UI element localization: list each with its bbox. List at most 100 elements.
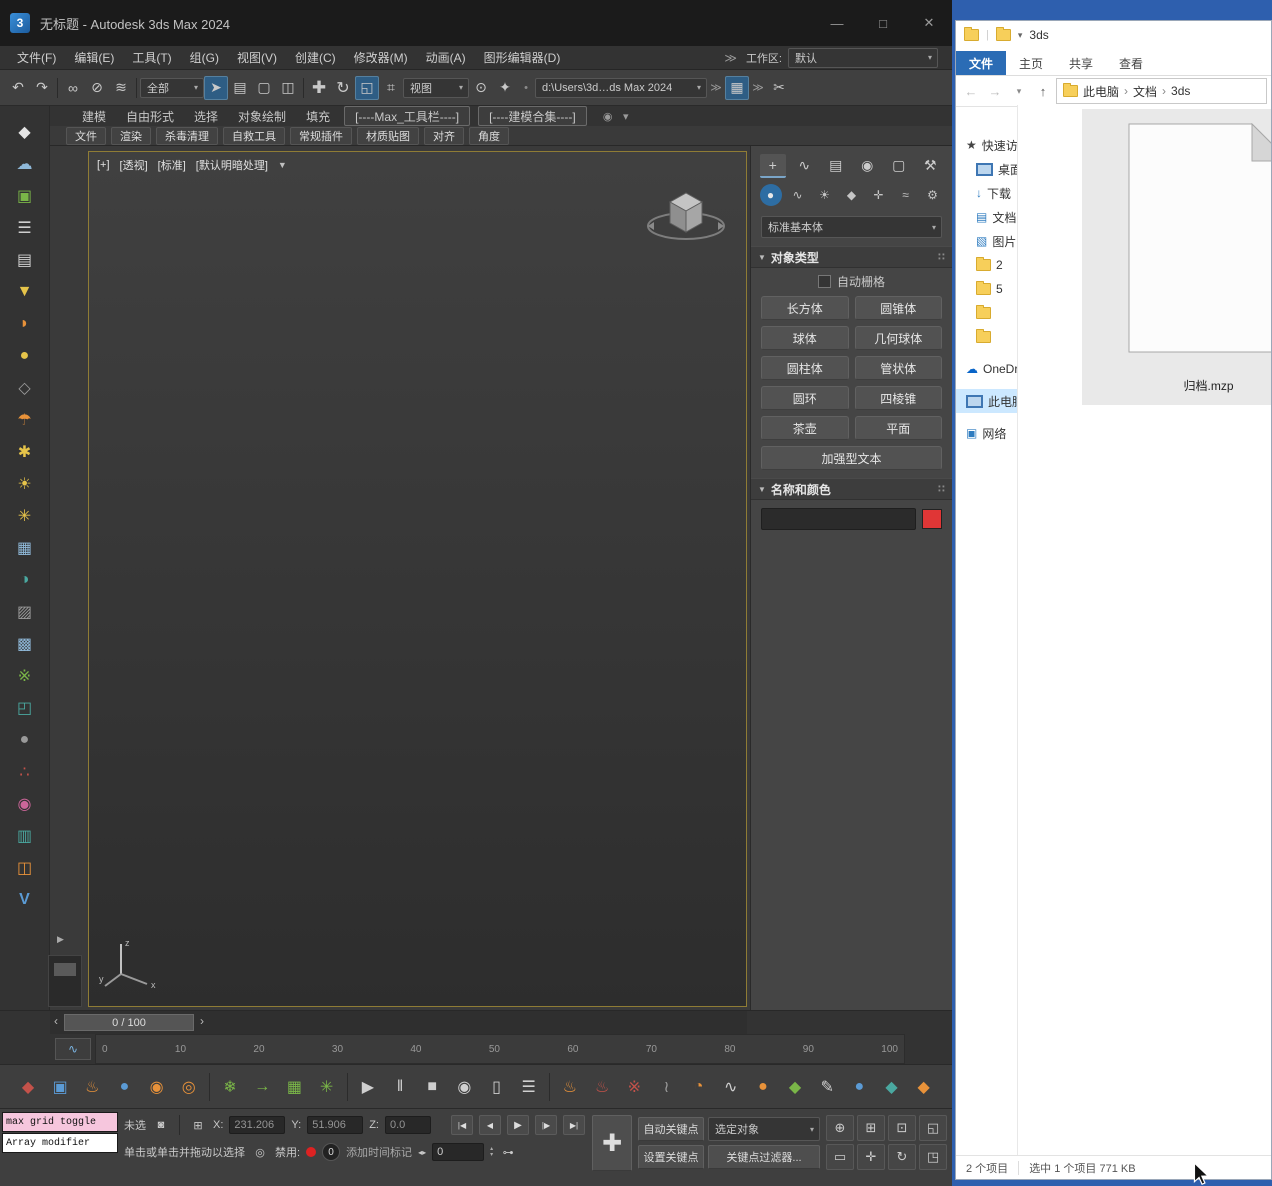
dots-icon[interactable]: ∴ xyxy=(10,756,40,788)
list-icon[interactable]: ☰ xyxy=(517,1075,541,1099)
nav-pictures[interactable]: ▧ 图片 xyxy=(956,229,1017,253)
tab-file[interactable]: 文件 xyxy=(956,51,1006,75)
geosphere-button[interactable]: 几何球体 xyxy=(855,326,943,350)
helpers-category-icon[interactable]: ✛ xyxy=(868,184,890,206)
eye-icon[interactable]: ◉ xyxy=(10,788,40,820)
torus-button[interactable]: 圆环 xyxy=(761,386,849,410)
trash-icon[interactable]: ▯ xyxy=(485,1075,509,1099)
motion-tab-icon[interactable]: ◉ xyxy=(854,154,880,176)
sphere-button[interactable]: 球体 xyxy=(761,326,849,350)
toolbar-overflow-icon[interactable]: ≫ xyxy=(707,79,725,97)
file-list-area[interactable]: 归档.mzp xyxy=(1018,105,1271,1155)
space-warps-category-icon[interactable]: ≈ xyxy=(895,184,917,206)
select-and-link-icon[interactable]: ∞ xyxy=(61,76,85,100)
tab-share[interactable]: 共享 xyxy=(1056,51,1106,75)
box-icon[interactable]: ▣ xyxy=(48,1075,72,1099)
ball-icon[interactable]: ● xyxy=(751,1075,775,1099)
bee-icon[interactable]: ✱ xyxy=(10,436,40,468)
autogrid-checkbox[interactable] xyxy=(818,275,831,288)
ribbon-tab-populate[interactable]: 填充 xyxy=(296,107,340,125)
up-icon[interactable]: ↑ xyxy=(1032,80,1054,102)
set-key-button[interactable]: 设置关键点 xyxy=(638,1145,704,1169)
time-tag-field[interactable]: 添加时间标记 xyxy=(346,1144,412,1160)
viewport-layout-tabs[interactable] xyxy=(48,955,82,1007)
water-drop-icon[interactable]: ● xyxy=(112,1075,136,1099)
film-icon[interactable]: ▤ xyxy=(10,244,40,276)
zoom-icon[interactable]: ⊕ xyxy=(826,1115,854,1141)
layers-icon[interactable]: ▥ xyxy=(10,820,40,852)
cylinder-button[interactable]: 圆柱体 xyxy=(761,356,849,380)
listener-line[interactable]: Array modifier xyxy=(2,1133,118,1153)
nav-folder[interactable]: 5 xyxy=(956,277,1017,301)
funnel-icon[interactable]: ▼ xyxy=(10,276,40,308)
teapot-icon[interactable]: ◆ xyxy=(783,1075,807,1099)
snowflake-icon[interactable]: ❄ xyxy=(218,1075,242,1099)
diamond-icon[interactable]: ◇ xyxy=(10,372,40,404)
checker-icon[interactable]: ▦ xyxy=(282,1075,306,1099)
viewport-standard-menu[interactable]: [标准] xyxy=(158,157,186,173)
ribbon-tab-freeform[interactable]: 自由形式 xyxy=(116,107,184,125)
flame-icon[interactable]: ♨ xyxy=(590,1075,614,1099)
orbit-icon[interactable]: ↻ xyxy=(888,1144,916,1170)
previous-frame-button[interactable]: ◀ xyxy=(479,1115,501,1135)
create-tab-icon[interactable]: + xyxy=(760,154,786,178)
go-to-end-button[interactable]: ▶| xyxy=(563,1115,585,1135)
select-and-scale-icon[interactable]: ◱ xyxy=(355,76,379,100)
selection-lock-icon[interactable]: ◙ xyxy=(152,1116,170,1134)
pyramid-button[interactable]: 四棱锥 xyxy=(855,386,943,410)
current-frame-field[interactable]: 0 xyxy=(432,1143,484,1161)
box-icon[interactable]: ▦ xyxy=(10,532,40,564)
key-mode-icon[interactable]: ⊶ xyxy=(499,1143,517,1161)
menu-group[interactable]: 组(G) xyxy=(181,49,228,66)
address-box[interactable]: 此电脑 › 文档 › 3ds xyxy=(1056,78,1267,104)
cloud-icon[interactable]: ☁ xyxy=(10,148,40,180)
ribbon2-rescue-button[interactable]: 自救工具 xyxy=(223,127,285,145)
gizmo-cross-button[interactable]: ✚ xyxy=(592,1115,632,1171)
object-name-input[interactable] xyxy=(761,508,916,530)
teapot-icon[interactable]: ◆ xyxy=(912,1075,936,1099)
dome-icon[interactable]: ◗ xyxy=(10,308,40,340)
gray-sphere-icon[interactable]: ● xyxy=(10,724,40,756)
plane-button[interactable]: 平面 xyxy=(855,416,943,440)
teapot-icon[interactable]: ◆ xyxy=(16,1075,40,1099)
disable-count-badge[interactable]: 0 xyxy=(322,1143,340,1161)
ball-icon[interactable]: ● xyxy=(847,1075,871,1099)
systems-category-icon[interactable]: ⚙ xyxy=(922,184,944,206)
previous-frame-icon[interactable]: ‹ xyxy=(54,1014,58,1028)
frame-spinner[interactable]: ▴ ▾ xyxy=(490,1146,493,1158)
y-coordinate-field[interactable]: 51.906 xyxy=(307,1116,363,1134)
list-icon[interactable]: ☰ xyxy=(10,212,40,244)
maxscript-mini-listener[interactable]: max grid toggle Array modifier xyxy=(2,1112,118,1153)
lights-category-icon[interactable]: ☀ xyxy=(814,184,836,206)
nav-quick-access[interactable]: ★ 快速访问 xyxy=(956,133,1017,157)
teapot-button[interactable]: 茶壶 xyxy=(761,416,849,440)
primitive-category-dropdown[interactable]: 标准基本体 ▾ xyxy=(761,216,942,238)
next-frame-icon[interactable]: › xyxy=(200,1014,204,1028)
tab-home[interactable]: 主页 xyxy=(1006,51,1056,75)
workspace-dropdown[interactable]: 默认 ▾ xyxy=(788,48,938,68)
zoom-extents-all-icon[interactable]: ◱ xyxy=(919,1115,947,1141)
modify-tab-icon[interactable]: ∿ xyxy=(791,154,817,176)
auto-key-button[interactable]: 自动关键点 xyxy=(638,1117,704,1141)
select-and-manipulate-icon[interactable]: ✦ xyxy=(493,76,517,100)
flame-icon[interactable]: ♨ xyxy=(558,1075,582,1099)
play-icon[interactable]: ▶ xyxy=(356,1075,380,1099)
menu-create[interactable]: 创建(C) xyxy=(286,49,345,66)
back-icon[interactable]: ← xyxy=(960,80,982,102)
menu-modifiers[interactable]: 修改器(M) xyxy=(345,49,417,66)
hierarchy-tab-icon[interactable]: ▤ xyxy=(823,154,849,176)
sun-icon[interactable]: ☀ xyxy=(10,468,40,500)
sphere-icon[interactable]: ● xyxy=(10,340,40,372)
pause-icon[interactable]: ‖ xyxy=(388,1075,412,1099)
key-filters-button[interactable]: 关键点过滤器... xyxy=(708,1145,820,1169)
menu-tools[interactable]: 工具(T) xyxy=(123,49,180,66)
circle-toggle-icon[interactable]: ◎ xyxy=(251,1143,269,1161)
spinner-arrows-icon[interactable]: ◂▸ xyxy=(418,1148,426,1157)
qat-customize-icon[interactable]: ▾ xyxy=(1018,30,1023,41)
selection-region-icon[interactable]: ▢ xyxy=(252,76,276,100)
forward-icon[interactable]: → xyxy=(984,80,1006,102)
time-slider-track[interactable]: ‹ 0 / 100 › xyxy=(50,1011,747,1035)
time-slider-handle[interactable]: 0 / 100 xyxy=(64,1014,194,1031)
nav-downloads[interactable]: ↓ 下载 xyxy=(956,181,1017,205)
funnel-icon[interactable]: ▼ xyxy=(278,160,287,170)
